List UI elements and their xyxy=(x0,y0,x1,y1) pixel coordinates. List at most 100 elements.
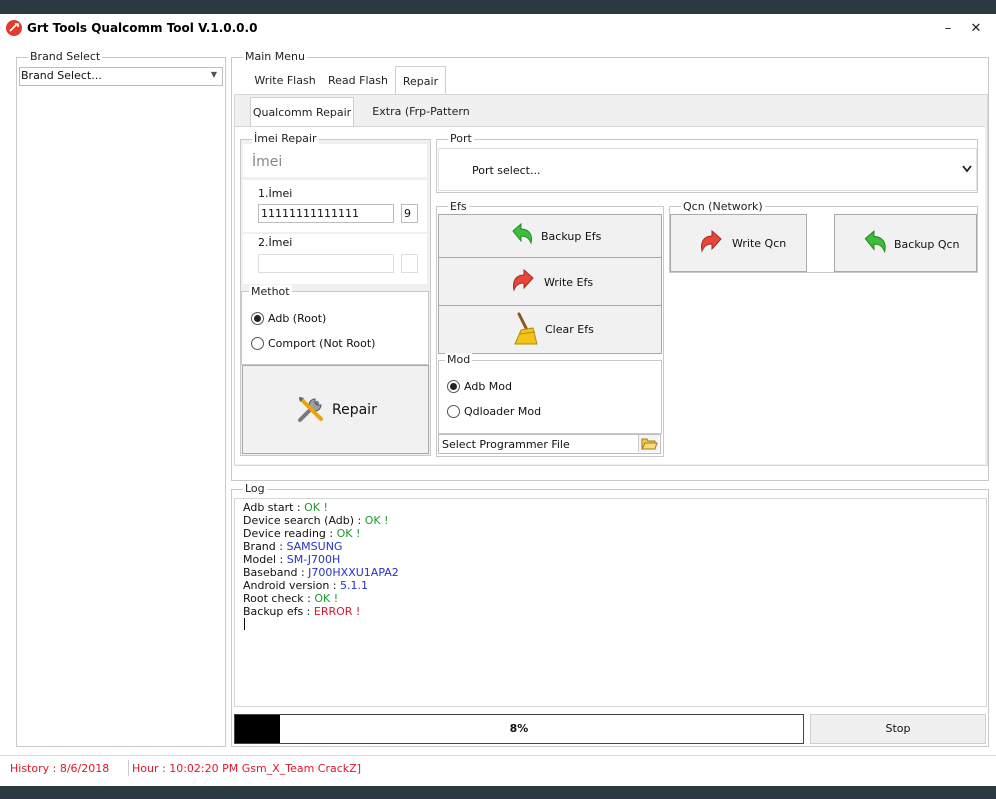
imei1-value: 11111111111111 xyxy=(261,207,359,220)
brand-select-dropdown[interactable]: Brand Select... ▼ xyxy=(19,67,223,86)
tab-read-flash[interactable]: Read Flash xyxy=(324,69,392,93)
title-bar: Grt Tools Qualcomm Tool V.1.0.0.0 – ✕ xyxy=(0,14,996,44)
log-key: Baseband : xyxy=(243,566,309,579)
port-select-dropdown[interactable]: Port select... xyxy=(438,148,977,191)
red-refresh-icon xyxy=(513,268,534,292)
qcn-label: Qcn (Network) xyxy=(681,200,765,213)
folder-open-icon[interactable] xyxy=(638,435,659,452)
green-refresh-icon xyxy=(864,230,886,254)
brand-select-value: Brand Select... xyxy=(21,69,102,82)
log-textarea[interactable]: Adb start : OK ! Device search (Adb) : OK… xyxy=(234,498,987,707)
log-key: Device search (Adb) : xyxy=(243,514,365,527)
brand-select-label: Brand Select xyxy=(28,50,103,63)
imei2-label: 2.İmei xyxy=(258,236,293,249)
tools-icon xyxy=(298,397,323,422)
log-value: OK ! xyxy=(314,592,339,605)
log-value: ERROR ! xyxy=(313,605,361,618)
imei1-label: 1.İmei xyxy=(258,187,293,200)
repair-button-label: Repair xyxy=(332,402,377,418)
method-label: Methot xyxy=(249,285,292,298)
stop-button[interactable]: Stop xyxy=(810,714,986,744)
imei-heading-box: İmei xyxy=(243,144,427,177)
imei2-check-digit[interactable] xyxy=(401,254,418,273)
write-efs-button[interactable]: Write Efs xyxy=(438,257,662,306)
programmer-file-field[interactable]: Select Programmer File xyxy=(438,434,661,454)
log-line: Adb start : OK ! xyxy=(243,501,399,514)
radio-adb-mod[interactable] xyxy=(447,380,460,393)
log-line: Backup efs : ERROR ! xyxy=(243,605,399,618)
write-qcn-label: Write Qcn xyxy=(732,237,787,250)
status-divider xyxy=(0,755,996,756)
log-line: Android version : 5.1.1 xyxy=(243,579,399,592)
log-value: SM-J700H xyxy=(286,553,341,566)
progress-label: 8% xyxy=(509,722,529,735)
write-efs-label: Write Efs xyxy=(544,276,594,289)
log-key: Adb start : xyxy=(243,501,305,514)
log-key: Model : xyxy=(243,553,287,566)
status-separator xyxy=(128,760,129,776)
log-key: Device reading : xyxy=(243,527,337,540)
imei1-input[interactable]: 11111111111111 xyxy=(258,204,394,223)
app-logo-icon xyxy=(6,20,22,36)
tab-repair[interactable]: Repair xyxy=(395,66,446,94)
tab-write-flash[interactable]: Write Flash xyxy=(250,69,320,93)
chevron-down-icon: ▼ xyxy=(210,70,217,79)
radio-qdloader-mod-label[interactable]: Qdloader Mod xyxy=(464,405,541,418)
log-value: OK ! xyxy=(304,501,328,514)
port-label: Port xyxy=(448,132,474,145)
log-key: Brand : xyxy=(243,540,287,553)
log-key: Android version : xyxy=(243,579,341,592)
backup-efs-label: Backup Efs xyxy=(541,230,602,243)
radio-qdloader-mod[interactable] xyxy=(447,405,460,418)
red-refresh-icon xyxy=(701,229,722,253)
mod-label: Mod xyxy=(445,353,473,366)
backup-efs-button[interactable]: Backup Efs xyxy=(438,214,662,258)
imei-heading: İmei xyxy=(252,154,283,170)
minimize-button[interactable]: – xyxy=(938,20,958,38)
log-key: Root check : xyxy=(243,592,315,605)
status-hour: Hour : 10:02:20 PM Gsm_X_Team CrackZ] xyxy=(132,762,361,775)
log-line: Baseband : J700HXXU1APA2 xyxy=(243,566,399,579)
text-cursor xyxy=(244,618,245,630)
radio-adb-mod-label[interactable]: Adb Mod xyxy=(464,380,512,393)
radio-comport[interactable] xyxy=(251,337,264,350)
backup-qcn-button[interactable]: Backup Qcn xyxy=(834,214,977,272)
tab-qualcomm-repair[interactable]: Qualcomm Repair xyxy=(250,97,354,128)
method-group xyxy=(241,291,429,365)
status-history: History : 8/6/2018 xyxy=(10,762,110,775)
progress-bar: 8% xyxy=(234,714,804,744)
brand-select-group xyxy=(16,57,226,747)
log-value: OK ! xyxy=(364,514,389,527)
write-qcn-button[interactable]: Write Qcn xyxy=(670,214,807,272)
chevron-down-icon xyxy=(962,165,972,173)
mod-group xyxy=(438,360,662,434)
backup-qcn-label: Backup Qcn xyxy=(894,238,960,251)
green-refresh-icon xyxy=(512,222,532,245)
tab-extra-frp[interactable]: Extra (Frp-Pattern Lock) xyxy=(356,100,486,142)
log-line: Device reading : OK ! xyxy=(243,527,399,540)
log-line: Brand : SAMSUNG xyxy=(243,540,399,553)
imei2-input[interactable] xyxy=(258,254,394,273)
repair-button[interactable]: Repair xyxy=(242,365,429,454)
clear-efs-label: Clear Efs xyxy=(545,323,594,336)
log-line: Root check : OK ! xyxy=(243,592,399,605)
clear-efs-button[interactable]: Clear Efs xyxy=(438,305,662,354)
log-label: Log xyxy=(243,482,267,495)
radio-comport-label[interactable]: Comport (Not Root) xyxy=(268,337,375,350)
window-title: Grt Tools Qualcomm Tool V.1.0.0.0 xyxy=(27,21,258,35)
close-button[interactable]: ✕ xyxy=(966,20,986,38)
stop-button-label: Stop xyxy=(885,722,911,735)
log-value: OK ! xyxy=(336,527,361,540)
log-value: SAMSUNG xyxy=(286,540,343,553)
log-key: Backup efs : xyxy=(243,605,314,618)
log-value: 5.1.1 xyxy=(340,579,369,592)
imei1-check-value: 9 xyxy=(404,207,411,220)
port-select-value: Port select... xyxy=(472,164,541,177)
main-menu-label: Main Menu xyxy=(243,50,307,63)
radio-adb-root-label[interactable]: Adb (Root) xyxy=(268,312,326,325)
log-line: Model : SM-J700H xyxy=(243,553,399,566)
efs-label: Efs xyxy=(448,200,469,213)
radio-adb-root[interactable] xyxy=(251,312,264,325)
log-value: J700HXXU1APA2 xyxy=(308,566,399,579)
imei1-check-digit[interactable]: 9 xyxy=(401,204,418,223)
